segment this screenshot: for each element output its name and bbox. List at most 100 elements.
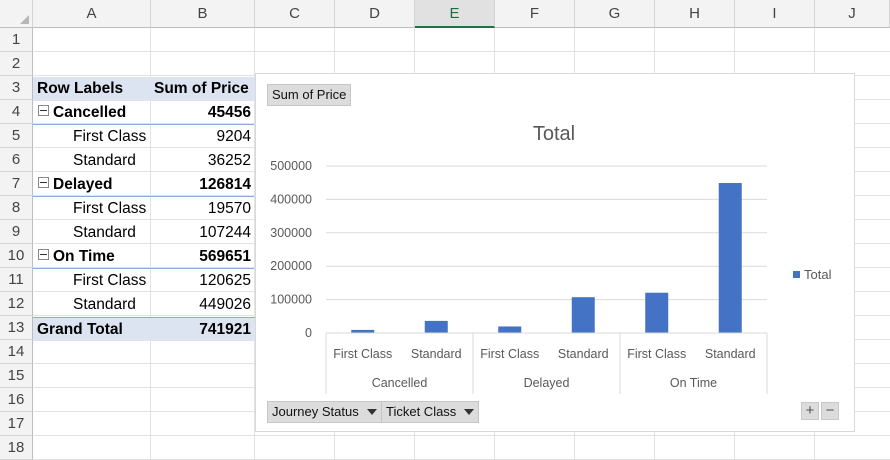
bar <box>571 297 595 333</box>
x-category-label: Standard <box>705 347 756 361</box>
collapse-icon[interactable] <box>38 249 49 260</box>
pivot-row-labels-text: Row Labels <box>37 80 124 97</box>
column-header-e[interactable]: E <box>415 0 495 28</box>
expand-field-button[interactable]: + <box>801 402 819 420</box>
column-header-b[interactable]: B <box>151 0 255 28</box>
grand-total-value: 741921 <box>151 317 255 341</box>
pivot-item-label: First Class <box>33 197 151 221</box>
row-header[interactable]: 4 <box>0 100 33 124</box>
y-tick-label: 0 <box>305 326 312 340</box>
pivot-item-value: 107244 <box>199 224 251 241</box>
pivot-group-label: On Time <box>33 245 151 269</box>
column-header-i[interactable]: I <box>735 0 815 28</box>
pivot-label-text: On Time <box>53 248 115 265</box>
row-header[interactable]: 6 <box>0 148 33 172</box>
y-tick-label: 400000 <box>270 192 312 206</box>
row-header[interactable]: 1 <box>0 28 33 52</box>
pivot-label-text: Delayed <box>53 176 113 193</box>
bar <box>498 326 522 333</box>
row-header[interactable]: 2 <box>0 52 33 76</box>
x-category-label: First Class <box>333 347 392 361</box>
pivot-label-text: First Class <box>73 272 147 289</box>
dropdown-arrow-icon <box>366 409 377 415</box>
x-category-label: First Class <box>627 347 686 361</box>
row-header[interactable]: 8 <box>0 196 33 220</box>
collapse-field-button[interactable]: − <box>821 402 839 420</box>
pivot-group-value: 45456 <box>207 104 251 121</box>
pivot-item-value: 19570 <box>207 200 251 217</box>
row-header[interactable]: 17 <box>0 412 33 436</box>
row-header[interactable]: 9 <box>0 220 33 244</box>
pivot-chart[interactable]: Sum of Price Total 500000 400000 300000 200… <box>255 73 855 432</box>
column-header-h[interactable]: H <box>655 0 735 28</box>
row-header[interactable]: 12 <box>0 292 33 316</box>
column-header-f[interactable]: F <box>495 0 575 28</box>
pivot-item-label: Standard <box>33 149 151 173</box>
x-group-label: Cancelled <box>372 376 428 390</box>
grand-total-label: Grand Total <box>33 317 151 341</box>
pivot-label-text: First Class <box>73 128 147 145</box>
select-all-icon <box>20 15 29 24</box>
pivot-label-text: Standard <box>73 224 136 241</box>
dropdown-arrow-icon <box>464 409 475 415</box>
journey-status-label: Journey Status <box>272 404 359 419</box>
ticket-class-field-button[interactable]: Ticket Class <box>381 401 480 423</box>
pivot-group-value: 126814 <box>199 176 251 193</box>
pivot-item-value: 449026 <box>199 296 251 313</box>
row-header[interactable]: 14 <box>0 340 33 364</box>
column-header-a[interactable]: A <box>33 0 151 28</box>
bar <box>718 183 742 333</box>
row-header[interactable]: 10 <box>0 244 33 268</box>
x-category-label: Standard <box>411 347 462 361</box>
y-tick-label: 500000 <box>270 159 312 173</box>
x-group-label: On Time <box>670 376 717 390</box>
row-header[interactable]: 5 <box>0 124 33 148</box>
bar <box>645 292 669 333</box>
grid-line <box>33 51 890 52</box>
y-tick-label: 200000 <box>270 259 312 273</box>
pivot-item-value: 36252 <box>207 152 251 169</box>
row-header[interactable]: 11 <box>0 268 33 292</box>
row-header[interactable]: 13 <box>0 316 33 340</box>
journey-status-field-button[interactable]: Journey Status <box>267 401 382 423</box>
ticket-class-label: Ticket Class <box>386 404 457 419</box>
pivot-item-label: Standard <box>33 293 151 317</box>
x-category-label: Standard <box>558 347 609 361</box>
legend-label: Total <box>804 267 832 282</box>
spreadsheet: A B C D E F G H I J 1 2 3 4 5 6 7 8 9 10 11 12 13 14 1… <box>0 0 890 460</box>
y-tick-label: 300000 <box>270 226 312 240</box>
pivot-label-text: First Class <box>73 200 147 217</box>
grid-line <box>33 435 890 436</box>
column-header-d[interactable]: D <box>335 0 415 28</box>
pivot-item-label: Standard <box>33 221 151 245</box>
column-header-g[interactable]: G <box>575 0 655 28</box>
collapse-icon[interactable] <box>38 105 49 116</box>
pivot-group-label: Delayed <box>33 173 151 197</box>
row-header[interactable]: 18 <box>0 436 33 460</box>
row-header[interactable]: 15 <box>0 364 33 388</box>
pivot-item-value: 120625 <box>199 272 251 289</box>
pivot-group-value: 569651 <box>199 248 251 265</box>
pivot-label-text: Standard <box>73 152 136 169</box>
select-all-corner[interactable] <box>0 0 33 28</box>
pivot-group-label: Cancelled <box>33 101 151 125</box>
pivot-sum-header: Sum of Price <box>151 77 255 101</box>
pivot-item-label: First Class <box>33 125 151 149</box>
pivot-item-value: 9204 <box>216 128 251 145</box>
pivot-label-text: Cancelled <box>53 104 127 121</box>
collapse-icon[interactable] <box>38 177 49 188</box>
x-category-label: First Class <box>480 347 539 361</box>
x-group-label: Delayed <box>524 376 570 390</box>
row-header[interactable]: 16 <box>0 388 33 412</box>
pivot-item-label: First Class <box>33 269 151 293</box>
bar <box>424 320 448 333</box>
chart-plot: Total 500000 400000 300000 200000 100000 0 Fir… <box>270 123 832 394</box>
row-header[interactable]: 7 <box>0 172 33 196</box>
row-header[interactable]: 3 <box>0 76 33 100</box>
y-tick-label: 100000 <box>270 293 312 307</box>
column-header-c[interactable]: C <box>255 0 335 28</box>
pivot-label-text: Standard <box>73 296 136 313</box>
legend-swatch <box>793 271 800 278</box>
column-header-j[interactable]: J <box>815 0 890 28</box>
pivot-row-labels-header: Row Labels <box>33 77 151 101</box>
